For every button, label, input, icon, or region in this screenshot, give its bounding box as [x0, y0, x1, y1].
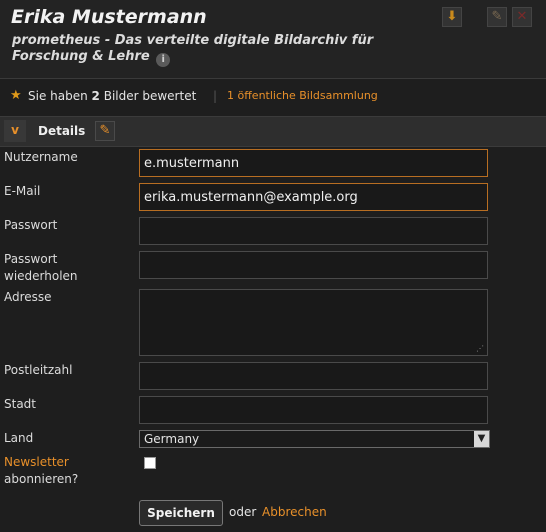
details-section-header: v Details ✎	[0, 116, 546, 147]
password-label: Passwort	[4, 218, 58, 232]
page-title: Erika Mustermann	[11, 6, 207, 28]
password-repeat-label-line1: Passwort	[4, 252, 58, 266]
email-input[interactable]	[139, 183, 488, 211]
site-subtitle-text: prometheus - Das verteilte digitale Bild…	[12, 33, 374, 64]
newsletter-label-line1: Newsletter	[4, 455, 69, 469]
download-icon[interactable]: ⬇	[442, 7, 462, 27]
username-input[interactable]	[139, 149, 488, 177]
password-repeat-label: Passwort wiederholen	[4, 251, 78, 285]
address-textarea[interactable]	[139, 289, 488, 356]
stats-separator: |	[213, 89, 218, 103]
username-label: Nutzername	[4, 150, 78, 164]
zip-label: Postleitzahl	[4, 363, 73, 377]
city-input[interactable]	[139, 396, 488, 424]
newsletter-checkbox[interactable]	[144, 457, 156, 469]
star-icon: ★	[10, 88, 22, 103]
resize-grip-icon[interactable]: ⋰	[476, 345, 484, 353]
country-selected-value: Germany	[144, 432, 200, 446]
rated-count: 2	[91, 89, 100, 103]
email-label: E-Mail	[4, 184, 41, 198]
rating-stats: ★ Sie haben 2 Bilder bewertet | 1 öffent…	[0, 79, 546, 115]
cancel-link[interactable]: Abbrechen	[262, 505, 327, 519]
city-label: Stadt	[4, 397, 36, 411]
section-title: Details	[38, 124, 86, 138]
rated-count-text: Sie haben 2 Bilder bewertet	[28, 89, 196, 103]
public-collection-link[interactable]: 1 öffentliche Bildsammlung	[227, 89, 378, 102]
collapse-toggle-icon[interactable]: v	[4, 120, 26, 142]
save-button[interactable]: Speichern	[139, 500, 223, 526]
or-text: oder	[229, 505, 257, 519]
section-edit-icon[interactable]: ✎	[95, 121, 115, 141]
delete-icon[interactable]: ✕	[512, 7, 532, 27]
country-select[interactable]: Germany ▼	[139, 430, 490, 448]
chevron-down-icon[interactable]: ▼	[474, 431, 489, 447]
profile-header: Erika Mustermann prometheus - Das vertei…	[0, 0, 546, 79]
password-repeat-input[interactable]	[139, 251, 488, 279]
rated-prefix: Sie haben	[28, 89, 92, 103]
address-label: Adresse	[4, 290, 52, 304]
newsletter-label-line2: abonnieren?	[4, 472, 79, 486]
rated-suffix: Bilder bewertet	[99, 89, 197, 103]
newsletter-label: Newsletter abonnieren?	[4, 454, 78, 488]
info-icon[interactable]: i	[156, 53, 171, 67]
site-subtitle: prometheus - Das verteilte digitale Bild…	[12, 33, 382, 67]
password-input[interactable]	[139, 217, 488, 245]
edit-icon[interactable]: ✎	[487, 7, 507, 27]
password-repeat-label-line2: wiederholen	[4, 269, 78, 283]
country-label: Land	[4, 431, 34, 445]
zip-input[interactable]	[139, 362, 488, 390]
